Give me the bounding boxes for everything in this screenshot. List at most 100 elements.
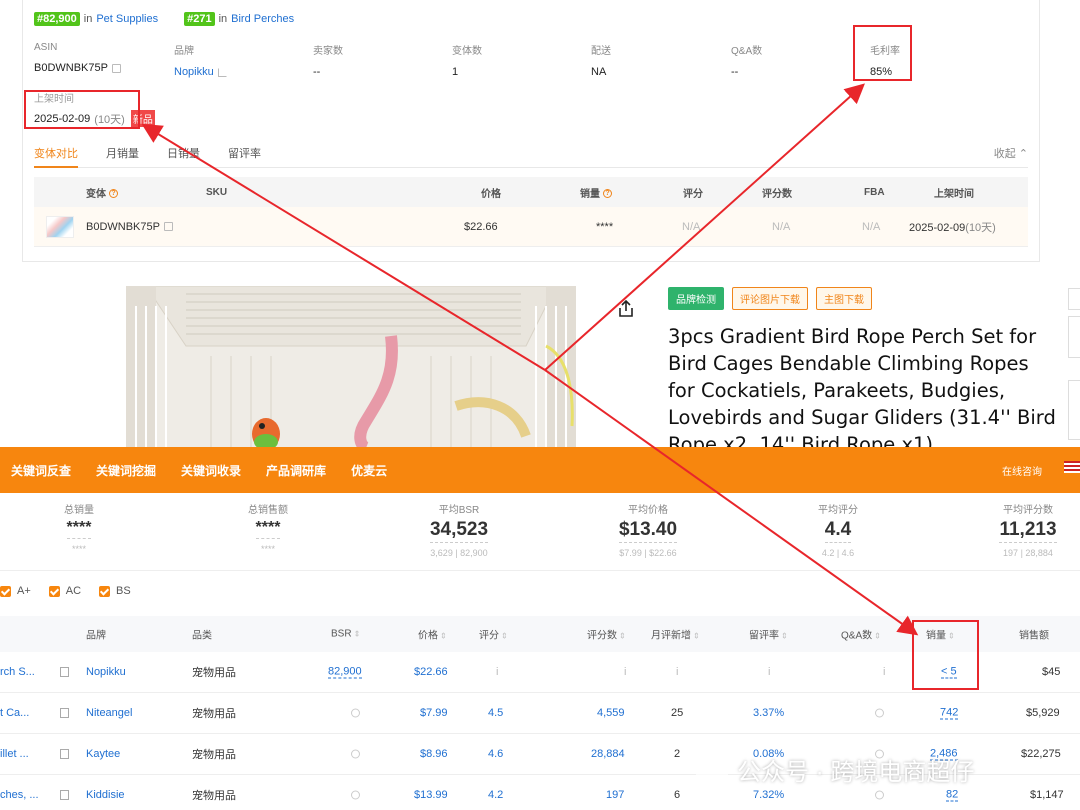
col-qa[interactable]: Q&A数 ⇕: [841, 627, 881, 642]
product-image[interactable]: [126, 286, 576, 448]
copy-icon[interactable]: [111, 63, 121, 73]
checkbox-aplus[interactable]: [0, 585, 11, 597]
sort-icon[interactable]: ⇕: [619, 632, 626, 641]
detail-icon[interactable]: [60, 790, 69, 800]
side-widget-edge[interactable]: [1068, 288, 1080, 310]
rank-row: #82,900 in Pet Supplies #271 in Bird Per…: [34, 12, 294, 26]
row-title[interactable]: illet ...: [0, 748, 29, 760]
col-new-reviews[interactable]: 月评新增 ⇕: [651, 627, 700, 642]
checkbox-ac[interactable]: [48, 585, 60, 597]
row-price: $13.99: [414, 789, 448, 801]
tab-daily-sales[interactable]: 日销量: [167, 142, 200, 168]
tool-keyword-reverse[interactable]: 关键词反查: [11, 462, 71, 479]
col-bsr[interactable]: BSR ⇕: [331, 629, 360, 640]
external-link-icon[interactable]: [217, 67, 227, 77]
col-rating-count[interactable]: 评分数 ⇕: [587, 627, 626, 642]
col-new-reviews-label: 月评新增: [651, 630, 691, 642]
row-rating-count: 28,884: [591, 748, 625, 760]
row-title[interactable]: t Ca...: [0, 707, 29, 719]
online-consult-link[interactable]: 在线咨询: [1002, 463, 1042, 478]
variant-row[interactable]: B0DWNBK75P $22.66 **** N/A N/A N/A 2025-…: [34, 207, 1028, 247]
row-rating: 4.5: [488, 707, 504, 719]
table-row[interactable]: t Ca... Niteangel 宠物用品 $7.99 4.5 4,559 2…: [0, 693, 1080, 734]
stat-range: ****: [260, 544, 275, 554]
rank-badge: #271: [184, 12, 215, 26]
meta-grid: ASIN B0DWNBK75P 品牌 Nopikku 卖家数 -- 变体数 1 …: [34, 42, 914, 82]
rank-category-link[interactable]: Bird Perches: [231, 13, 294, 25]
rank-category-link[interactable]: Pet Supplies: [96, 13, 158, 25]
row-brand[interactable]: Nopikku: [86, 666, 126, 678]
row-title[interactable]: rch S...: [0, 666, 35, 678]
checkbox-bs[interactable]: [99, 585, 111, 597]
variant-thumbnail[interactable]: [46, 215, 74, 238]
stat-avg-rating-count: 平均评分数 11,213 197 | 28,884: [958, 501, 1080, 558]
row-brand[interactable]: Kaytee: [86, 748, 120, 760]
side-widget-edge[interactable]: [1068, 316, 1080, 358]
stat-value: ****: [66, 519, 92, 539]
sort-icon[interactable]: ⇕: [874, 632, 881, 641]
tool-youmaiyun[interactable]: 优麦云: [351, 462, 387, 479]
row-new-reviews: 2: [674, 748, 681, 760]
brand-link[interactable]: Nopikku: [174, 66, 214, 78]
qa-value: --: [731, 66, 739, 78]
sort-icon[interactable]: ⇕: [354, 630, 361, 639]
copy-icon[interactable]: [163, 222, 173, 231]
detail-icon[interactable]: [60, 667, 69, 677]
meta-asin: ASIN B0DWNBK75P: [34, 42, 121, 74]
col-review-rate-label: 留评率: [749, 630, 779, 642]
stat-value: 4.4: [824, 519, 852, 543]
col-rating-label: 评分: [479, 630, 499, 642]
col-rating-count-label: 评分数: [587, 630, 617, 642]
brand-check-button[interactable]: 品牌检测: [668, 287, 724, 310]
sort-icon[interactable]: ⇕: [501, 632, 508, 641]
side-widget-edge[interactable]: [1068, 380, 1080, 440]
row-title[interactable]: ches, ...: [0, 789, 39, 801]
col-sku: SKU: [206, 186, 228, 198]
tab-variant-compare[interactable]: 变体对比: [34, 142, 78, 168]
main-image-download-button[interactable]: 主图下载: [816, 287, 872, 310]
row-bsr[interactable]: 82,900: [328, 666, 362, 679]
row-brand[interactable]: Kiddisie: [86, 789, 125, 801]
row-brand[interactable]: Niteangel: [86, 707, 132, 719]
watermark: 公众号 · 跨境电商超仔: [695, 752, 974, 787]
help-icon[interactable]: ?: [109, 189, 118, 199]
highlight-box-margin: [853, 25, 912, 81]
col-rating[interactable]: 评分 ⇕: [479, 627, 508, 642]
share-icon[interactable]: [618, 300, 634, 318]
help-icon[interactable]: ?: [603, 189, 612, 199]
variant-asin: B0DWNBK75P: [86, 220, 160, 233]
row-rating: 4.2: [488, 789, 504, 801]
col-brand: 品牌: [86, 630, 106, 642]
meta-brand: 品牌 Nopikku: [174, 42, 227, 78]
review-image-download-button[interactable]: 评论图片下载: [732, 287, 808, 310]
tool-keyword-mining[interactable]: 关键词挖掘: [96, 462, 156, 479]
tab-review-rate[interactable]: 留评率: [228, 142, 261, 168]
col-listed: 上架时间: [934, 188, 974, 200]
meta-qa: Q&A数 --: [731, 42, 762, 78]
product-action-buttons: 品牌检测 评论图片下载 主图下载: [668, 287, 872, 310]
us-flag-icon[interactable]: [1064, 461, 1080, 473]
variant-tabs: 变体对比 月销量 日销量 留评率 收起 ⌃: [34, 142, 1028, 168]
tab-monthly-sales[interactable]: 月销量: [106, 142, 139, 168]
col-price[interactable]: 价格 ⇕: [418, 627, 447, 642]
row-sales[interactable]: 742: [940, 707, 959, 720]
product-title: 3pcs Gradient Bird Rope Perch Set for Bi…: [668, 325, 1056, 447]
stat-range: 197 | 28,884: [1003, 548, 1053, 558]
detail-icon[interactable]: [60, 749, 69, 759]
row-revenue: $22,275: [1021, 748, 1061, 760]
row-price: $22.66: [414, 666, 448, 678]
row-rating-count: 4,559: [597, 707, 625, 719]
sort-icon[interactable]: ⇕: [693, 632, 700, 641]
variant-rating-count: N/A: [772, 220, 791, 233]
detail-icon[interactable]: [60, 708, 69, 718]
col-review-rate[interactable]: 留评率 ⇕: [749, 627, 788, 642]
tool-keyword-index[interactable]: 关键词收录: [181, 462, 241, 479]
sort-icon[interactable]: ⇕: [440, 632, 447, 641]
variant-fba: N/A: [862, 220, 881, 233]
variant-table: 变体? SKU 价格 销量? 评分 评分数 FBA 上架时间 B0DWNBK75…: [34, 177, 1028, 247]
meta-label: 变体数: [452, 46, 482, 57]
tool-product-research[interactable]: 产品调研库: [266, 462, 326, 479]
collapse-button[interactable]: 收起 ⌃: [994, 145, 1028, 161]
row-sales[interactable]: 82: [946, 789, 959, 802]
sort-icon[interactable]: ⇕: [781, 632, 788, 641]
